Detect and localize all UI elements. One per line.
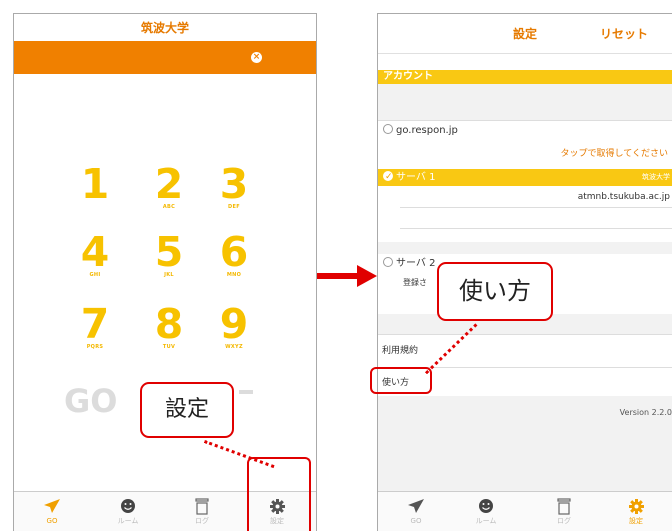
server2-label: サーバ 2 bbox=[396, 258, 436, 269]
key-6-letters: MNO bbox=[226, 272, 242, 278]
key-6[interactable]: 6 MNO bbox=[209, 228, 259, 279]
divider bbox=[400, 228, 672, 229]
server1-name: 筑波大学 bbox=[642, 173, 670, 181]
tab-log-label: ログ bbox=[557, 517, 571, 525]
radio-on-icon bbox=[383, 169, 393, 186]
tab-settings[interactable]: 設定 bbox=[616, 496, 656, 526]
tab-log-label: ログ bbox=[195, 517, 209, 525]
key-7-digit: 7 bbox=[80, 300, 110, 348]
backspace-icon[interactable] bbox=[239, 390, 253, 394]
divider bbox=[400, 207, 672, 208]
tab-room[interactable]: ルーム bbox=[108, 496, 148, 526]
key-3-digit: 3 bbox=[219, 160, 249, 208]
key-6-digit: 6 bbox=[219, 228, 249, 276]
account-section-header: アカウント bbox=[378, 70, 672, 84]
key-2[interactable]: 2 ABC bbox=[144, 160, 194, 211]
key-1[interactable]: 1 bbox=[70, 160, 120, 208]
tab-room[interactable]: ルーム bbox=[466, 496, 506, 526]
paper-plane-icon bbox=[396, 496, 436, 516]
clear-input-icon[interactable]: × bbox=[251, 52, 262, 63]
tab-bar: GO ルーム ログ 設定 bbox=[378, 491, 672, 531]
paper-plane-icon bbox=[32, 496, 72, 516]
usage-callout: 使い方 bbox=[437, 262, 553, 321]
key-7[interactable]: 7 PQRS bbox=[70, 300, 120, 351]
trash-icon bbox=[544, 496, 584, 516]
divider bbox=[378, 120, 672, 121]
tab-room-label: ルーム bbox=[117, 517, 139, 525]
key-3-letters: DEF bbox=[228, 204, 240, 210]
key-8[interactable]: 8 TUV bbox=[144, 300, 194, 351]
divider bbox=[378, 334, 672, 335]
radio-off-icon bbox=[383, 257, 393, 267]
key-5-digit: 5 bbox=[154, 228, 184, 276]
tab-log[interactable]: ログ bbox=[544, 496, 584, 526]
key-4-letters: GHI bbox=[89, 272, 101, 278]
tab-go[interactable]: GO bbox=[32, 496, 72, 526]
key-1-digit: 1 bbox=[80, 160, 110, 208]
option-gorespon-label: go.respon.jp bbox=[396, 125, 458, 136]
smiley-icon bbox=[108, 496, 148, 516]
terms-row[interactable]: 利用規約 bbox=[378, 343, 672, 356]
server1-row[interactable]: サーバ 1 筑波大学 bbox=[378, 169, 672, 186]
version-label: Version 2.2.0 bbox=[619, 408, 672, 417]
tab-room-label: ルーム bbox=[475, 517, 497, 525]
app-title: 筑波大学 bbox=[140, 21, 189, 35]
reset-button[interactable]: リセット bbox=[600, 25, 648, 42]
trash-icon bbox=[182, 496, 222, 516]
go-button[interactable]: GO bbox=[64, 382, 117, 420]
server1-label: サーバ 1 bbox=[396, 172, 436, 183]
key-3[interactable]: 3 DEF bbox=[209, 160, 259, 211]
key-4[interactable]: 4 GHI bbox=[70, 228, 120, 279]
settings-callout: 設定 bbox=[140, 382, 234, 438]
smiley-icon bbox=[466, 496, 506, 516]
nav-bar: 設定 リセット bbox=[378, 14, 672, 54]
tab-settings-label: 設定 bbox=[629, 517, 643, 525]
key-8-letters: TUV bbox=[162, 344, 176, 350]
dial-screen: 筑波大学 × 1 2 ABC 3 DEF 4 GHI 5 JKL 6 MNO 7 PQRS … bbox=[13, 13, 317, 531]
spacer bbox=[378, 84, 672, 120]
tap-hint: タップで取得してください bbox=[560, 149, 668, 159]
key-9-digit: 9 bbox=[219, 300, 249, 348]
key-2-letters: ABC bbox=[162, 204, 176, 210]
server1-host[interactable]: atmnb.tsukuba.ac.jp bbox=[378, 192, 672, 202]
settings-tab-highlight bbox=[247, 457, 311, 531]
arrow-right-icon bbox=[317, 265, 377, 287]
tab-log[interactable]: ログ bbox=[182, 496, 222, 526]
key-4-digit: 4 bbox=[80, 228, 110, 276]
radio-off-icon bbox=[383, 124, 393, 134]
tab-go-label: GO bbox=[410, 517, 422, 525]
gear-icon bbox=[616, 496, 656, 516]
key-5-letters: JKL bbox=[164, 272, 174, 278]
page-title: 設定 bbox=[513, 27, 538, 41]
dial-input-bar[interactable]: × bbox=[14, 41, 316, 74]
tutorial-figure: 筑波大学 × 1 2 ABC 3 DEF 4 GHI 5 JKL 6 MNO 7 PQRS … bbox=[0, 0, 672, 531]
usage-row-highlight bbox=[370, 367, 432, 394]
key-2-digit: 2 bbox=[154, 160, 184, 208]
key-7-letters: PQRS bbox=[86, 344, 104, 350]
tab-go-label: GO bbox=[46, 517, 58, 525]
key-8-digit: 8 bbox=[154, 300, 184, 348]
option-gorespon[interactable]: go.respon.jp bbox=[378, 123, 672, 139]
spacer bbox=[378, 242, 672, 254]
key-5[interactable]: 5 JKL bbox=[144, 228, 194, 279]
key-9-letters: WXYZ bbox=[225, 344, 243, 350]
tab-go[interactable]: GO bbox=[396, 496, 436, 526]
key-9[interactable]: 9 WXYZ bbox=[209, 300, 259, 351]
